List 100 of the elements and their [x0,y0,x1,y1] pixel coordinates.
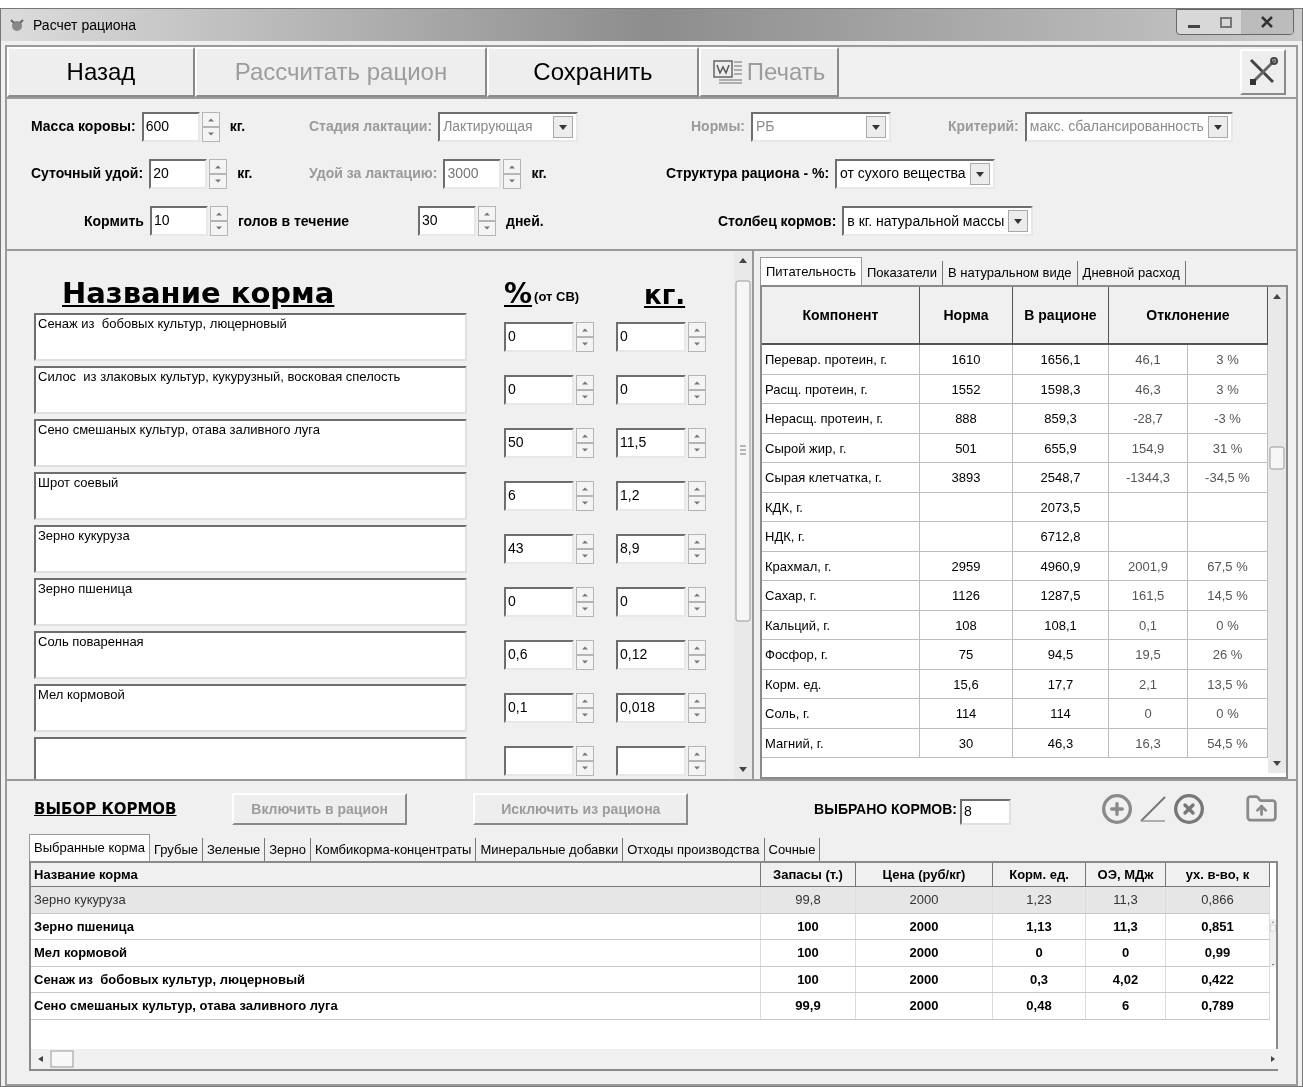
table-cell: 108 [920,610,1013,640]
spin-control[interactable] [576,428,594,458]
spin-control[interactable] [503,159,522,189]
spin-control[interactable] [576,534,594,564]
spin-control[interactable] [201,111,220,142]
field-label: Критерий: [948,117,1019,137]
number-field[interactable]: 30 [418,206,476,237]
number-field[interactable]: 0 [504,375,574,405]
table-row[interactable]: Зерно пшеница 100 2000 1,13 11,3 0,851 [31,913,1270,940]
spin-control[interactable] [478,206,496,237]
number-field[interactable]: 0 [616,322,686,352]
spin-control[interactable] [576,587,594,617]
table-cell: 2,1 [1109,669,1188,699]
number-field[interactable]: 43 [504,534,574,564]
number-field[interactable]: 0,12 [616,640,686,670]
number-field[interactable]: 1,2 [616,481,686,511]
number-field[interactable]: 20 [149,159,208,189]
spin-control[interactable] [688,587,706,617]
column-heading: % [504,280,533,308]
table-row[interactable]: Мел кормовой 100 2000 0 0 0,99 [31,940,1270,967]
spin-control[interactable] [209,159,228,189]
table-cell: 75 [920,640,1013,670]
number-field[interactable]: 0,018 [616,693,686,723]
unit-label: голов в течение [237,211,350,231]
delete-icon[interactable] [1172,793,1205,825]
tab[interactable]: Питательность [760,257,862,285]
table-cell: 154,9 [1109,433,1188,463]
number-field[interactable]: 0 [616,587,686,617]
table-cell: 0,866 [1166,887,1270,913]
feed-name-field[interactable] [34,737,467,779]
tools-button[interactable] [1240,49,1286,95]
table-cell: Фосфор, г. [762,640,920,670]
spin-control[interactable] [688,746,706,776]
feed-name-field[interactable]: Зерно пшеница [34,578,467,626]
spin-control[interactable] [576,746,594,776]
feed-name-field[interactable]: Зерно кукуруза [34,525,467,573]
table-cell: 1,13 [993,913,1086,939]
column-header: ОЭ, МДж [1086,863,1166,886]
table-row[interactable]: Сено смешаных культур, отава заливного луга 99,9 2000 0,48 6 0,789 [31,993,1270,1020]
toolbar-button[interactable]: Сохранить [487,47,699,97]
feed-name-field[interactable]: Сено смешаных культур, отава заливного луга [34,419,467,467]
number-field[interactable]: 11,5 [616,428,686,458]
field-label: Столбец кормов: [718,211,837,231]
spin-control[interactable] [688,322,706,352]
vertical-scrollbar[interactable] [734,251,752,779]
number-field[interactable]: 0,6 [504,640,574,670]
table-cell: 0,1 [1109,610,1188,640]
spin-control[interactable] [209,206,228,237]
spin-control[interactable] [688,534,706,564]
close-icon[interactable] [1241,10,1293,34]
number-field[interactable]: 50 [504,428,574,458]
number-field[interactable]: 8,9 [616,534,686,564]
table-cell: 2959 [920,551,1013,581]
spin-control[interactable] [576,322,594,352]
feed-name-field[interactable]: Соль поваренная [34,631,467,679]
table-row[interactable]: Сенаж из бобовых культур, люцерновый 100 2000 0,3 4,02 0,422 [31,966,1270,993]
spin-control[interactable] [688,481,706,511]
dropdown[interactable]: в кг. натуральной массы [842,206,1034,237]
feed-name-field[interactable]: Сенаж из бобовых культур, люцерновый [34,313,467,361]
table-cell: КДК, г. [762,492,920,522]
table-cell: Зерно кукуруза [31,887,761,913]
add-icon[interactable] [1100,793,1133,825]
feed-name-field[interactable]: Мел кормовой [34,684,467,732]
tab[interactable]: Выбранные корма [29,834,150,861]
spin-control[interactable] [688,693,706,723]
tools-icon [1247,56,1279,88]
feed-name-field[interactable]: Шрот соевый [34,472,467,520]
number-field[interactable]: 0 [504,322,574,352]
table-cell: Мел кормовой [31,940,761,966]
spin-control[interactable] [576,640,594,670]
spin-control[interactable] [576,693,594,723]
count-field[interactable]: 8 [959,799,1011,825]
number-field[interactable]: 0 [504,587,574,617]
toolbar-button[interactable]: Назад [7,47,195,97]
table-row[interactable]: Зерно кукуруза 99,8 2000 1,23 11,3 0,866 [31,887,1270,914]
feed-name-field[interactable]: Силос из злаковых культур, кукурузный, восковая спелость [34,366,467,414]
number-field[interactable]: 0,1 [504,693,574,723]
table-cell: Кальций, г. [762,610,920,640]
spin-control[interactable] [576,375,594,405]
number-field[interactable]: 600 [141,111,200,142]
number-field[interactable] [504,746,574,776]
number-field[interactable]: 10 [149,206,208,237]
window-title: Расчет рациона [33,15,137,35]
table-cell: 2000 [856,966,993,992]
spin-control[interactable] [576,481,594,511]
column-header: Компонент [762,287,920,343]
number-field[interactable]: 0 [616,375,686,405]
spin-control[interactable] [688,428,706,458]
number-field[interactable]: 6 [504,481,574,511]
field-label: Кормить [84,211,144,231]
table-cell: 19,5 [1109,640,1188,670]
table-cell: 46,3 [1013,728,1109,758]
dropdown[interactable]: от сухого вещества [835,159,995,189]
table-cell: 100 [761,940,856,966]
number-field[interactable] [616,746,686,776]
spin-control[interactable] [688,375,706,405]
field-label: Масса коровы: [31,117,136,137]
vertical-scrollbar[interactable] [1268,287,1286,773]
table-cell: 0,48 [993,993,1086,1019]
spin-control[interactable] [688,640,706,670]
